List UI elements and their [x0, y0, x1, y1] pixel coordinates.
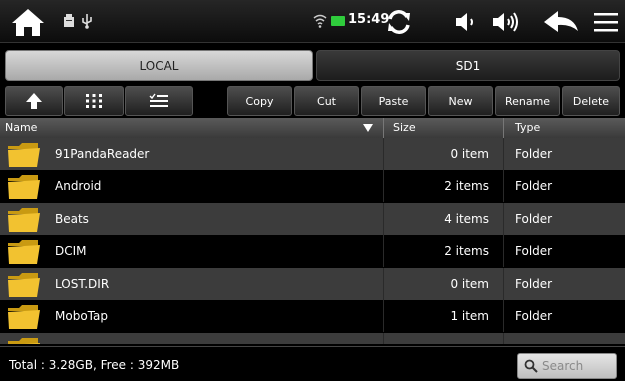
column-separator — [383, 170, 384, 202]
grid-view-button[interactable] — [64, 86, 124, 116]
storage-tabs: LOCAL SD1 — [0, 45, 625, 85]
checklist-icon — [149, 93, 168, 107]
volume-up-icon — [493, 12, 518, 32]
volume-down-icon — [456, 13, 473, 31]
folder-icon — [8, 240, 40, 264]
column-size[interactable]: Size — [393, 121, 416, 134]
arrow-up-icon — [26, 93, 42, 109]
column-separator — [383, 203, 384, 235]
search-icon — [524, 359, 538, 373]
multi-select-button[interactable] — [125, 86, 193, 116]
status-bar: 15:49 — [0, 0, 625, 43]
file-row[interactable]: Beats 4 items Folder — [0, 203, 625, 235]
back-button[interactable] — [541, 5, 581, 39]
column-separator — [503, 333, 504, 344]
storage-summary: Total : 3.28GB, Free : 392MB — [9, 358, 180, 372]
usb-debug-icon — [80, 12, 94, 30]
tab-sd1[interactable]: SD1 — [316, 50, 620, 81]
file-type: Folder — [515, 147, 553, 161]
file-name: LOST.DIR — [55, 277, 110, 291]
column-type[interactable]: Type — [515, 121, 540, 134]
column-separator — [383, 333, 384, 344]
file-name: DCIM — [55, 244, 87, 258]
column-separator — [383, 138, 384, 170]
copy-button[interactable]: Copy — [227, 86, 292, 116]
file-size: 2 items — [444, 244, 489, 258]
file-name: Beats — [55, 212, 89, 226]
folder-icon — [8, 208, 40, 232]
folder-icon — [8, 338, 40, 344]
up-button[interactable] — [5, 86, 63, 116]
folder-icon — [8, 175, 40, 199]
column-separator — [503, 138, 504, 170]
sort-desc-icon[interactable] — [363, 124, 373, 132]
search-box[interactable]: Search — [517, 353, 617, 379]
file-name: 91PandaReader — [55, 147, 150, 161]
file-row[interactable]: 91PandaReader 0 item Folder — [0, 138, 625, 170]
menu-icon — [594, 13, 618, 32]
file-row[interactable] — [0, 333, 625, 344]
home-icon — [12, 8, 44, 36]
usb-notification-icon — [62, 12, 76, 30]
bottom-bar: Total : 3.28GB, Free : 392MB Search — [0, 346, 625, 381]
file-size: 0 item — [450, 277, 489, 291]
file-size: 1 item — [450, 309, 489, 323]
column-separator — [503, 268, 504, 300]
file-name: MoboTap — [55, 309, 108, 323]
column-separator — [503, 118, 504, 138]
battery-icon — [331, 15, 345, 27]
delete-button[interactable]: Delete — [562, 86, 620, 116]
column-separator — [503, 170, 504, 202]
back-icon — [544, 11, 578, 32]
grid-icon — [86, 94, 102, 108]
file-name: Android — [55, 179, 102, 193]
menu-button[interactable] — [586, 5, 625, 39]
search-input[interactable]: Search — [542, 359, 583, 373]
file-type: Folder — [515, 244, 553, 258]
file-type: Folder — [515, 179, 553, 193]
column-separator — [383, 235, 384, 267]
file-size: 4 items — [444, 212, 489, 226]
file-row[interactable]: MoboTap 1 item Folder — [0, 300, 625, 332]
file-type: Folder — [515, 277, 553, 291]
column-separator — [503, 235, 504, 267]
refresh-icon — [388, 10, 410, 34]
file-size: 2 items — [444, 179, 489, 193]
toolbar: Copy Cut Paste New Rename Delete — [0, 86, 625, 116]
volume-up-button[interactable] — [487, 5, 527, 39]
file-type: Folder — [515, 309, 553, 323]
file-type: Folder — [515, 212, 553, 226]
file-list: 91PandaReader 0 item Folder Android 2 it… — [0, 138, 625, 344]
file-row[interactable]: LOST.DIR 0 item Folder — [0, 268, 625, 300]
refresh-button[interactable] — [379, 5, 419, 39]
file-row[interactable]: Android 2 items Folder — [0, 170, 625, 202]
column-separator — [383, 300, 384, 332]
column-separator — [383, 268, 384, 300]
home-button[interactable] — [8, 4, 48, 39]
folder-icon — [8, 143, 40, 167]
tab-local[interactable]: LOCAL — [5, 50, 313, 81]
file-row[interactable]: DCIM 2 items Folder — [0, 235, 625, 267]
folder-icon — [8, 305, 40, 329]
new-button[interactable]: New — [428, 86, 493, 116]
file-size: 0 item — [450, 147, 489, 161]
wifi-icon — [313, 13, 327, 29]
column-separator — [503, 300, 504, 332]
paste-button[interactable]: Paste — [361, 86, 426, 116]
cut-button[interactable]: Cut — [294, 86, 359, 116]
volume-down-button[interactable] — [446, 5, 486, 39]
column-separator — [503, 203, 504, 235]
folder-icon — [8, 273, 40, 297]
rename-button[interactable]: Rename — [495, 86, 560, 116]
column-separator — [383, 118, 384, 138]
column-name[interactable]: Name — [5, 121, 37, 134]
column-header: Name Size Type — [0, 118, 625, 138]
